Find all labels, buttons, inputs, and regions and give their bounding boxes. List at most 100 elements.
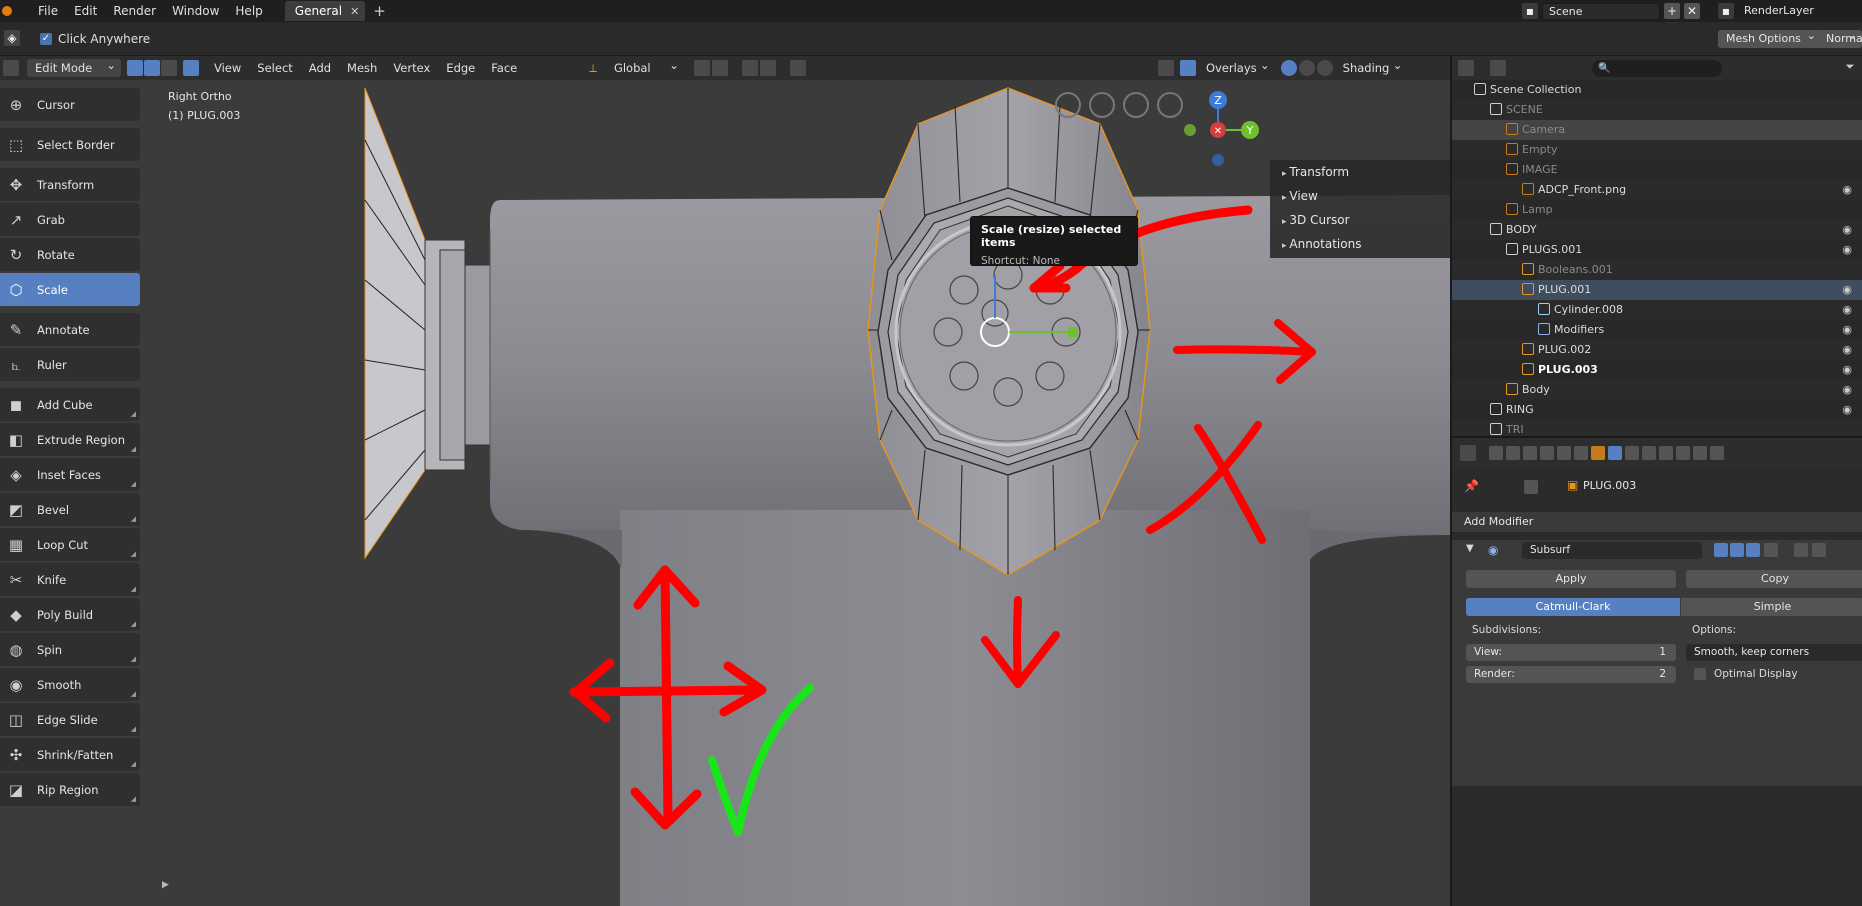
tool-grab[interactable]: ↗ Grab	[0, 203, 140, 236]
vertex-select-icon[interactable]	[127, 60, 143, 76]
editor-type-icon[interactable]	[3, 60, 19, 76]
menu-edit[interactable]: Edit	[66, 0, 105, 22]
menu-mesh[interactable]: Mesh	[340, 59, 384, 77]
filter-icon[interactable]: ⏷	[1842, 60, 1858, 76]
blender-logo-icon[interactable]	[2, 6, 12, 16]
outliner-row[interactable]: TRI	[1452, 420, 1862, 436]
scene-field[interactable]: Scene	[1542, 2, 1660, 20]
scene-tab-icon[interactable]	[1540, 446, 1554, 460]
outliner-row[interactable]: Lamp	[1452, 200, 1862, 220]
outliner-row[interactable]: Camera	[1452, 120, 1862, 140]
outliner-row[interactable]: RING ◉	[1452, 400, 1862, 420]
npanel-annotations[interactable]: Annotations	[1270, 232, 1450, 256]
view-layer-tab-icon[interactable]	[1523, 446, 1537, 460]
outliner-row[interactable]: ADCP_Front.png ◉	[1452, 180, 1862, 200]
workspace-tab-general[interactable]: General ✕	[284, 1, 366, 21]
outliner-row[interactable]: Body ◉	[1452, 380, 1862, 400]
outliner-row[interactable]: IMAGE	[1452, 160, 1862, 180]
modifier-tab-icon[interactable]	[1608, 446, 1622, 460]
output-tab-icon[interactable]	[1506, 446, 1520, 460]
proportional-edit-icon[interactable]	[741, 60, 758, 76]
eye-icon[interactable]: ◉	[1842, 220, 1852, 240]
view-levels-field[interactable]: View: 1	[1466, 644, 1676, 661]
edge-select-icon[interactable]	[144, 60, 160, 76]
particles-tab-icon[interactable]	[1625, 446, 1639, 460]
tool-smooth[interactable]: ◉ Smooth ◢	[0, 668, 140, 701]
properties-editor-icon[interactable]	[1460, 445, 1476, 461]
add-workspace-icon[interactable]: +	[373, 2, 386, 20]
shading-dropdown[interactable]: Shading	[1335, 56, 1408, 77]
optimal-display-checkbox[interactable]	[1694, 668, 1706, 680]
orientation-dropdown[interactable]: Global	[606, 56, 684, 77]
menu-window[interactable]: Window	[164, 0, 227, 22]
face-select-icon[interactable]	[161, 60, 177, 76]
add-modifier-button[interactable]: Add Modifier	[1464, 515, 1533, 528]
apply-button[interactable]: Apply	[1466, 570, 1676, 588]
menu-select[interactable]: Select	[250, 59, 299, 77]
tool-cursor[interactable]: ⊕ Cursor	[0, 88, 140, 121]
3d-viewport[interactable]: Z Y ✕ Right Ortho (1) PLUG.003 ▸ Transfo…	[0, 80, 1450, 906]
outliner-row[interactable]: PLUG.003 ◉	[1452, 360, 1862, 380]
eye-icon[interactable]: ◉	[1842, 300, 1852, 320]
tool-ruler[interactable]: ⦜ Ruler	[0, 348, 140, 381]
outliner-row[interactable]: PLUG.001 ◉	[1452, 280, 1862, 300]
click-anywhere-checkbox[interactable]: ✓	[40, 32, 52, 45]
context-icon[interactable]	[1524, 480, 1538, 494]
material-shading-icon[interactable]	[1298, 60, 1315, 76]
pin-icon[interactable]: 📌	[1464, 479, 1479, 493]
tool-shrink-fatten[interactable]: ✣ Shrink/Fatten ◢	[0, 738, 140, 771]
physics-tab-icon[interactable]	[1642, 446, 1656, 460]
eye-icon[interactable]: ◉	[1842, 340, 1852, 360]
gizmo-toggle-icon[interactable]	[789, 60, 806, 76]
menu-view[interactable]: View	[207, 59, 248, 77]
data-tab-icon[interactable]	[1676, 446, 1690, 460]
falloff-icon[interactable]	[759, 60, 776, 76]
menu-face[interactable]: Face	[484, 59, 524, 77]
show-cage-icon[interactable]	[1764, 543, 1778, 557]
npanel-transform[interactable]: Transform	[1270, 160, 1450, 184]
catmull-clark-button[interactable]: Catmull-Clark	[1466, 598, 1680, 616]
add-modifier-row[interactable]: Add Modifier	[1452, 512, 1862, 532]
simple-button[interactable]: Simple	[1681, 598, 1862, 616]
menu-help[interactable]: Help	[227, 0, 270, 22]
tool-scale[interactable]: ⬡ Scale	[0, 273, 140, 306]
move-down-icon[interactable]	[1812, 543, 1826, 557]
outliner-row[interactable]: SCENE	[1452, 100, 1862, 120]
menu-render[interactable]: Render	[105, 0, 164, 22]
tool-rotate[interactable]: ↻ Rotate	[0, 238, 140, 271]
tool-edge-slide[interactable]: ◫ Edge Slide ◢	[0, 703, 140, 736]
orientation-icon[interactable]: ⟂	[582, 59, 604, 77]
solid-shading-icon[interactable]	[1280, 60, 1297, 76]
eye-icon[interactable]: ◉	[1842, 180, 1852, 200]
show-render-icon[interactable]	[1714, 543, 1728, 557]
move-up-icon[interactable]	[1794, 543, 1808, 557]
xray-icon[interactable]	[183, 60, 199, 76]
delete-scene-icon[interactable]: ✕	[1684, 3, 1700, 19]
menu-add[interactable]: Add	[302, 59, 338, 77]
eye-icon[interactable]: ◉	[1842, 380, 1852, 400]
tool-poly-build[interactable]: ◆ Poly Build ◢	[0, 598, 140, 631]
material-tab-icon[interactable]	[1693, 446, 1707, 460]
tool-inset-faces[interactable]: ◈ Inset Faces ◢	[0, 458, 140, 491]
render-levels-field[interactable]: Render: 2	[1466, 666, 1676, 683]
outliner-row[interactable]: Empty	[1452, 140, 1862, 160]
render-layer-icon[interactable]: ▪	[1718, 3, 1734, 19]
copy-button[interactable]: Copy	[1686, 570, 1862, 588]
tool-extrude-region[interactable]: ◧ Extrude Region ◢	[0, 423, 140, 456]
eye-icon[interactable]: ◉	[1842, 360, 1852, 380]
render-tab-icon[interactable]	[1489, 446, 1503, 460]
close-icon[interactable]: ✕	[350, 5, 359, 18]
smooth-option-field[interactable]: Smooth, keep corners	[1686, 644, 1862, 661]
tool-bevel[interactable]: ◩ Bevel ◢	[0, 493, 140, 526]
outliner-row[interactable]: PLUGS.001 ◉	[1452, 240, 1862, 260]
outliner-row[interactable]: Modifiers ◉	[1452, 320, 1862, 340]
texture-tab-icon[interactable]	[1710, 446, 1724, 460]
scene-canvas[interactable]: Z Y ✕	[0, 80, 1450, 906]
add-scene-icon[interactable]: +	[1664, 3, 1680, 19]
outliner-row[interactable]: Booleans.001	[1452, 260, 1862, 280]
viewport-gizmo-icon[interactable]	[1157, 60, 1174, 76]
tool-add-cube[interactable]: ◼ Add Cube ◢	[0, 388, 140, 421]
menu-file[interactable]: File	[30, 0, 66, 22]
tool-annotate[interactable]: ✎ Annotate	[0, 313, 140, 346]
eye-icon[interactable]: ◉	[1842, 240, 1852, 260]
